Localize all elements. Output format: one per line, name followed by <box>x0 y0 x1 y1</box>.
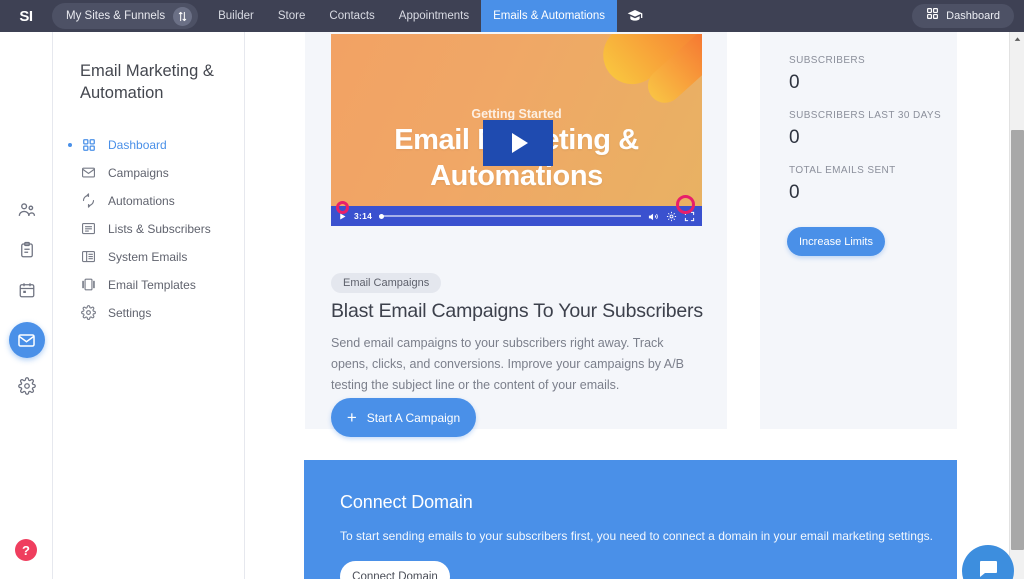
vertical-scrollbar[interactable] <box>1009 32 1024 579</box>
start-a-campaign-label: Start A Campaign <box>366 410 461 425</box>
promo-headline: Blast Email Campaigns To Your Subscriber… <box>331 300 703 322</box>
sidebar-item-label: System Emails <box>108 249 188 264</box>
help-button[interactable]: ? <box>15 539 37 561</box>
swap-vertical-icon[interactable] <box>173 6 193 26</box>
stat-label: TOTAL EMAILS SENT <box>789 165 896 176</box>
play-icon[interactable] <box>483 120 553 166</box>
sidebar-item-dashboard[interactable]: Dashboard <box>53 131 244 159</box>
stat-label: SUBSCRIBERS <box>789 55 866 66</box>
connect-domain-banner: Connect Domain To start sending emails t… <box>304 460 957 579</box>
stat-total-emails-sent: TOTAL EMAILS SENT 0 <box>789 165 896 204</box>
topnav-item-contacts[interactable]: Contacts <box>317 0 386 32</box>
mail-icon <box>8 322 45 358</box>
rail-item-clipboard[interactable] <box>0 232 53 272</box>
dashboard-button-label: Dashboard <box>946 10 1000 22</box>
chat-bubble-icon <box>976 557 1000 579</box>
sidebar-item-label: Lists & Subscribers <box>108 221 211 236</box>
grid-icon <box>80 136 97 153</box>
brand-logo[interactable]: SI <box>0 8 52 25</box>
left-icon-rail: ? <box>0 32 53 579</box>
volume-icon[interactable] <box>648 211 659 222</box>
clipboard-icon <box>18 241 36 264</box>
sidebar-item-campaigns[interactable]: Campaigns <box>53 159 244 187</box>
plus-icon: + <box>346 408 357 427</box>
template-icon <box>80 276 97 293</box>
video-controls-bar: 3:14 <box>331 206 702 226</box>
sidebar-nav: Dashboard Campaigns Automations Lists & … <box>53 131 244 327</box>
email-marketing-sidebar: Email Marketing & Automation Dashboard C… <box>53 32 245 579</box>
gear-icon <box>80 304 97 321</box>
people-icon <box>17 200 36 224</box>
increase-limits-button[interactable]: Increase Limits <box>787 227 885 256</box>
scrubber-knob[interactable] <box>379 213 385 219</box>
main-content: Getting Started Email Marketing & Automa… <box>246 32 1024 579</box>
sites-selector-label: My Sites & Funnels <box>66 10 166 22</box>
sidebar-item-settings[interactable]: Settings <box>53 299 244 327</box>
connect-domain-button[interactable]: Connect Domain <box>340 561 450 579</box>
stat-value: 0 <box>789 127 800 148</box>
status-badge: Email Campaigns <box>331 273 442 293</box>
banner-subtitle: To start sending emails to your subscrib… <box>340 529 933 543</box>
stats-panel: SUBSCRIBERS 0 SUBSCRIBERS LAST 30 DAYS 0… <box>760 32 957 429</box>
gear-icon <box>17 376 36 400</box>
video-progress-scrubber[interactable] <box>379 213 641 219</box>
topnav-item-store[interactable]: Store <box>266 0 318 32</box>
rail-item-calendar[interactable] <box>0 272 53 312</box>
graduation-cap-icon[interactable] <box>617 0 653 32</box>
video-kicker-text: Getting Started <box>471 107 562 121</box>
stat-label: SUBSCRIBERS LAST 30 DAYS <box>789 110 942 121</box>
chat-widget-button[interactable] <box>962 545 1014 579</box>
table-icon <box>80 248 97 265</box>
sidebar-item-email-templates[interactable]: Email Templates <box>53 271 244 299</box>
topnav-item-builder[interactable]: Builder <box>206 0 266 32</box>
stat-value: 0 <box>789 182 800 203</box>
sidebar-item-label: Settings <box>108 305 152 320</box>
sidebar-item-label: Automations <box>108 193 175 208</box>
list-icon <box>80 220 97 237</box>
scrollbar-thumb[interactable] <box>1011 130 1024 550</box>
top-navigation-bar: SI My Sites & Funnels Builder Store Cont… <box>0 0 1024 32</box>
stat-value: 0 <box>789 72 800 93</box>
start-a-campaign-button[interactable]: + Start A Campaign <box>331 398 476 437</box>
banner-title: Connect Domain <box>340 492 473 512</box>
resize-handle-bottom-right[interactable] <box>676 195 695 214</box>
rail-item-contacts[interactable] <box>0 192 53 232</box>
rail-item-settings[interactable] <box>0 368 53 408</box>
promo-body-text: Send email campaigns to your subscribers… <box>331 336 684 392</box>
sidebar-item-lists-and-subscribers[interactable]: Lists & Subscribers <box>53 215 244 243</box>
page-title: Email Marketing & Automation <box>80 62 214 103</box>
sidebar-item-automations[interactable]: Automations <box>53 187 244 215</box>
stat-subscribers: SUBSCRIBERS 0 <box>789 55 865 94</box>
resize-handle-top-left[interactable] <box>336 201 349 214</box>
gear-icon[interactable] <box>666 211 677 222</box>
rail-item-emails[interactable] <box>0 312 53 368</box>
stat-subscribers-last-30-days: SUBSCRIBERS LAST 30 DAYS 0 <box>789 110 941 149</box>
refresh-icon <box>80 192 97 209</box>
caret-up-icon[interactable] <box>1010 32 1024 47</box>
my-sites-and-funnels-selector[interactable]: My Sites & Funnels <box>52 3 199 29</box>
video-duration-label: 3:14 <box>354 211 373 221</box>
active-indicator-dot <box>68 142 72 147</box>
calendar-icon <box>18 281 36 304</box>
envelope-icon <box>80 164 97 181</box>
sidebar-item-label: Email Templates <box>108 277 196 292</box>
sidebar-item-label: Dashboard <box>108 137 167 152</box>
question-mark-icon: ? <box>22 542 30 558</box>
topnav-item-appointments[interactable]: Appointments <box>387 0 481 32</box>
sidebar-item-system-emails[interactable]: System Emails <box>53 243 244 271</box>
topnav-item-emails-and-automations[interactable]: Emails & Automations <box>481 0 617 32</box>
sidebar-item-label: Campaigns <box>108 165 169 180</box>
dashboard-button[interactable]: Dashboard <box>912 4 1014 28</box>
play-triangle <box>512 133 528 153</box>
grid-icon <box>926 7 939 25</box>
getting-started-video-player[interactable]: Getting Started Email Marketing & Automa… <box>331 34 702 226</box>
